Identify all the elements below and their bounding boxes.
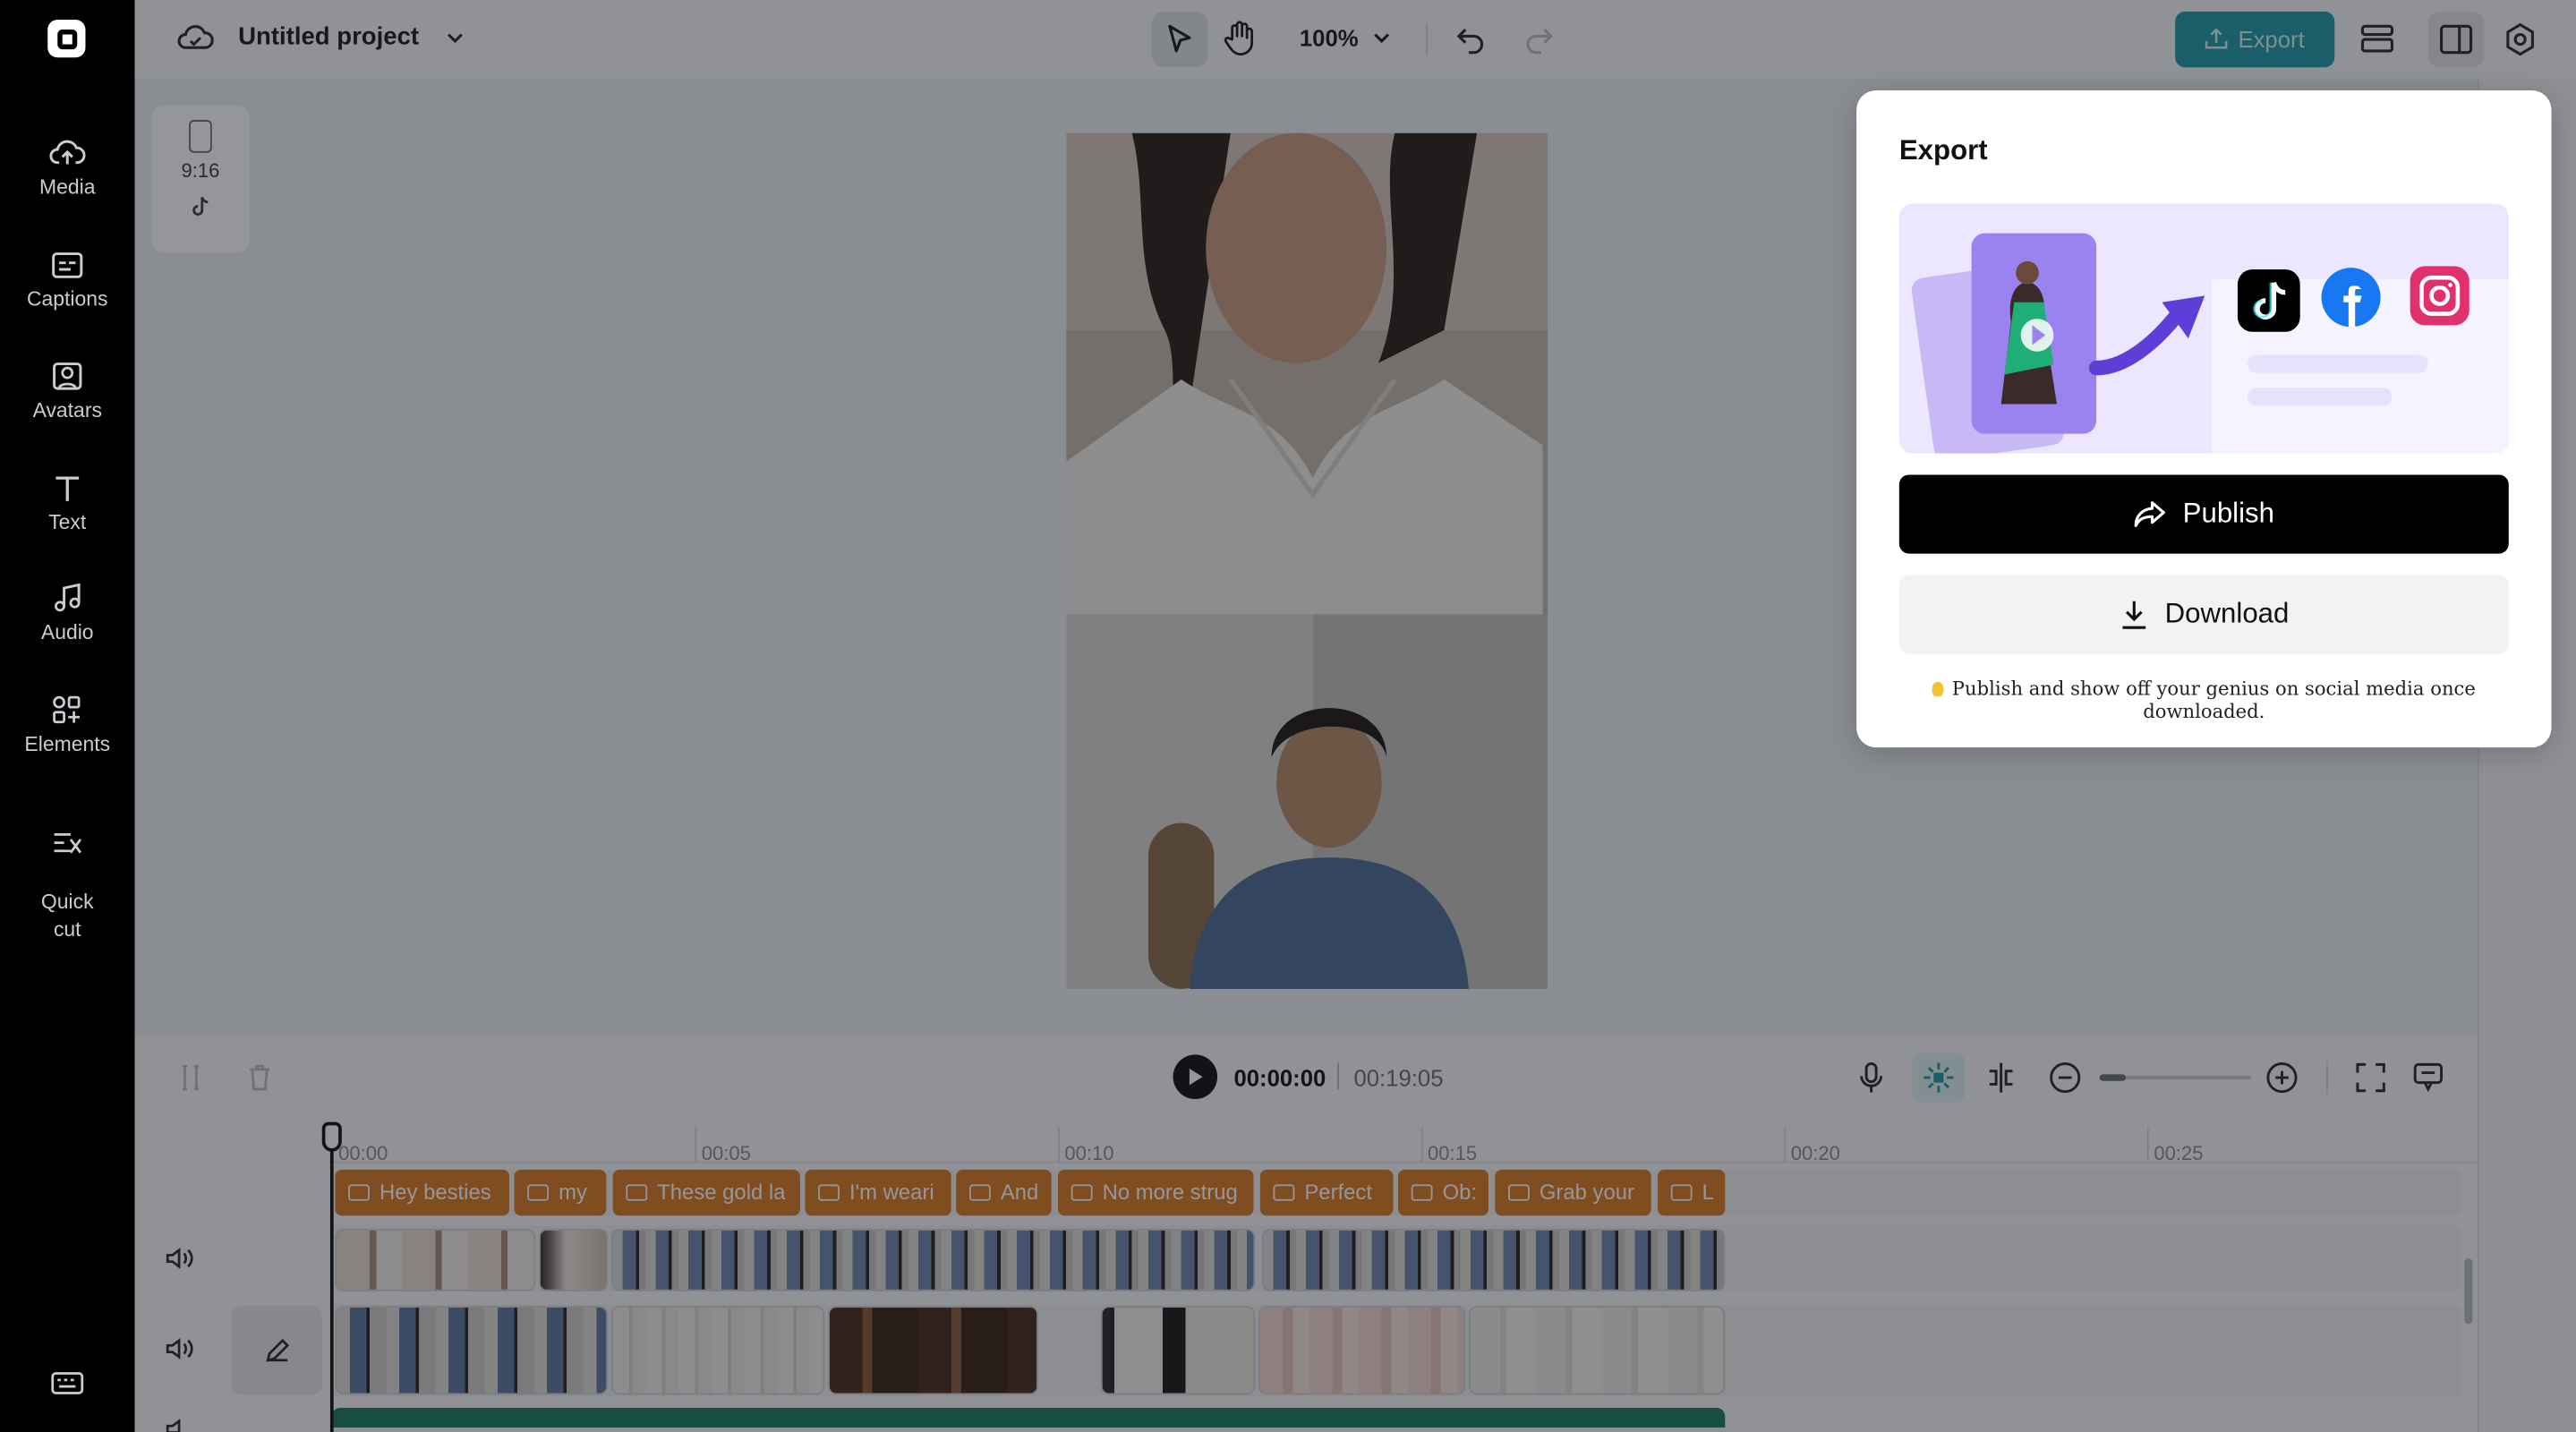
app-logo[interactable]: [47, 20, 86, 58]
cloud-upload-icon: [49, 140, 86, 165]
quick-cut-icon: [54, 833, 82, 854]
app-root: Media Captions Avatars Text Audio Elemen…: [0, 0, 2576, 1432]
elements-icon: [53, 695, 81, 724]
social-publish-illustration: [1911, 233, 2509, 454]
sidebar-item-label: Text: [48, 510, 87, 534]
export-hint-text: Publish and show off your genius on soci…: [1951, 677, 2476, 723]
sidebar-item-text[interactable]: Text: [0, 473, 135, 538]
sidebar-item-label: Media: [38, 175, 96, 200]
sidebar-item-audio[interactable]: Audio: [0, 583, 135, 648]
sidebar-item-label: Quick cut: [40, 890, 94, 942]
download-button-label: Download: [2164, 598, 2290, 629]
export-hint: Publish and show off your genius on soci…: [1899, 677, 2509, 723]
sidebar-item-label: Avatars: [32, 399, 102, 422]
sidebar-item-label: Elements: [24, 732, 111, 756]
share-arrow-icon: [2133, 501, 2165, 527]
sidebar-item-elements[interactable]: Elements: [0, 695, 135, 759]
captions-icon: [52, 252, 83, 278]
sidebar-item-avatars[interactable]: Avatars: [0, 362, 135, 426]
download-button[interactable]: Download: [1898, 575, 2509, 654]
sidebar-item-label: Captions: [26, 287, 108, 311]
keyboard-icon[interactable]: [51, 1370, 84, 1396]
publish-button-label: Publish: [2182, 498, 2275, 530]
sidebar-item-quick-cut[interactable]: Quick cut: [0, 806, 135, 967]
music-note-icon: [55, 583, 81, 612]
avatar-icon: [53, 362, 82, 390]
export-illustration: [1898, 203, 2509, 454]
sidebar-item-captions[interactable]: Captions: [0, 251, 135, 314]
left-sidebar: Media Captions Avatars Text Audio Elemen…: [0, 0, 135, 1432]
lightbulb-icon: [1932, 681, 1944, 697]
text-icon: [55, 476, 80, 501]
publish-button[interactable]: Publish: [1898, 474, 2509, 554]
export-panel-title: Export: [1898, 134, 1988, 166]
download-icon: [2121, 601, 2145, 629]
sidebar-item-media[interactable]: Media: [0, 138, 135, 202]
export-panel: Export Publish Download Publish and show…: [1856, 90, 2552, 748]
sidebar-item-label: Audio: [40, 620, 94, 644]
